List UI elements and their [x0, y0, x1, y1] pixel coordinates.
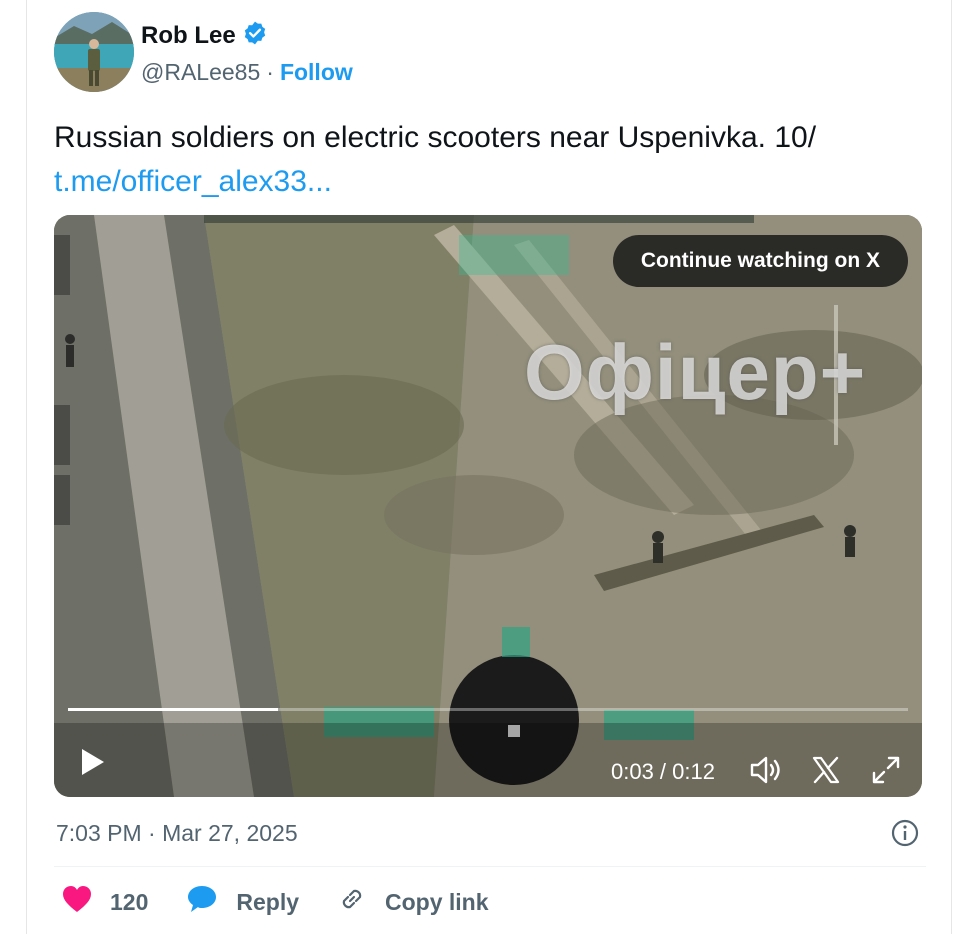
x-logo-icon[interactable]: [811, 755, 841, 790]
fullscreen-icon[interactable]: [871, 755, 901, 790]
video-player[interactable]: Офіцер+ Continue watching on X 0:03 / 0:…: [54, 215, 922, 797]
copy-link-label: Copy link: [385, 888, 489, 915]
continue-watching-button[interactable]: Continue watching on X: [612, 235, 908, 287]
tweet-link[interactable]: t.me/officer_alex33...: [54, 160, 914, 204]
link-icon: [337, 884, 367, 920]
video-progress-fill: [68, 708, 278, 711]
heart-icon: [62, 885, 92, 919]
author-name-row: Rob Lee: [141, 20, 268, 51]
handle-row: @RALee85 · Follow: [141, 59, 353, 86]
divider: [54, 866, 926, 867]
reply-button[interactable]: Reply: [186, 884, 299, 920]
video-progress-bar[interactable]: [68, 708, 908, 711]
video-watermark: Офіцер+: [524, 328, 867, 416]
follow-button[interactable]: Follow: [280, 59, 353, 86]
play-icon[interactable]: [80, 747, 106, 782]
avatar[interactable]: [54, 12, 134, 92]
tweet-text: Russian soldiers on electric scooters ne…: [54, 121, 817, 154]
author-name[interactable]: Rob Lee: [141, 22, 236, 50]
reply-label: Reply: [236, 888, 300, 915]
action-bar: 120 Reply Copy link: [62, 884, 527, 920]
like-count: 120: [110, 888, 149, 915]
like-button[interactable]: 120: [62, 885, 148, 919]
video-controls: 0:03 / 0:12: [54, 725, 922, 797]
video-timecode: 0:03 / 0:12: [611, 759, 715, 784]
reply-icon: [186, 884, 218, 920]
separator: ·: [266, 59, 274, 85]
copy-link-button[interactable]: Copy link: [337, 884, 489, 920]
volume-icon[interactable]: [749, 755, 783, 790]
info-icon[interactable]: [890, 818, 920, 853]
tweet-timestamp[interactable]: 7:03 PM · Mar 27, 2025: [56, 820, 298, 847]
author-handle[interactable]: @RALee85: [141, 59, 260, 86]
tweet-body: Russian soldiers on electric scooters ne…: [54, 116, 914, 204]
verified-badge-icon: [242, 20, 268, 51]
